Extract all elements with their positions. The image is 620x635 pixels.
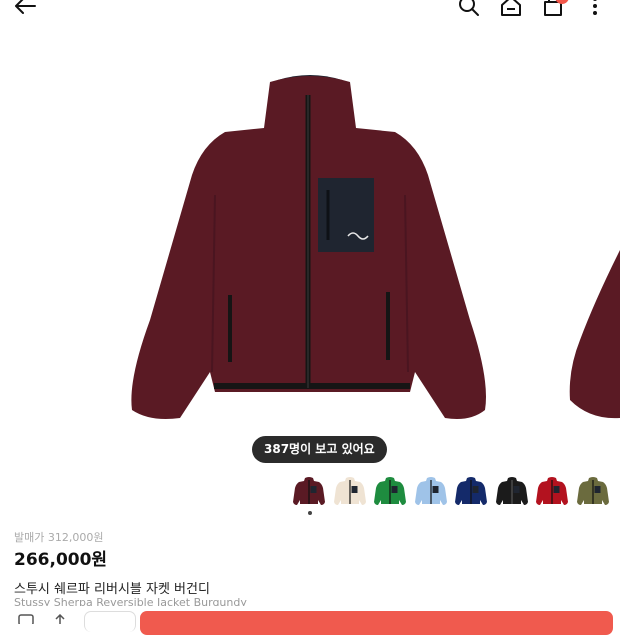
share-icon[interactable] [54, 614, 66, 624]
color-thumbnail[interactable] [373, 474, 407, 508]
product-name-ko: 스투시 쉐르파 리버시블 자켓 버건디 [14, 582, 210, 597]
product-image [131, 75, 620, 419]
back-button[interactable] [12, 0, 38, 18]
top-app-bar: 0 [0, 0, 620, 20]
wishlist-button[interactable] [84, 611, 136, 632]
color-thumbnail[interactable] [333, 474, 367, 508]
color-thumbnail[interactable] [495, 474, 529, 508]
chat-icon[interactable] [18, 614, 34, 624]
original-price: 발매가 312,000원 [14, 531, 104, 544]
color-thumbnail-strip [292, 474, 620, 508]
color-thumbnail[interactable] [576, 474, 610, 508]
search-button[interactable] [457, 0, 481, 18]
buy-button[interactable] [140, 611, 613, 635]
home-icon [501, 0, 521, 16]
product-image-carousel[interactable]: // tint jacket from data (function(){ va… [0, 30, 620, 470]
color-thumbnail[interactable] [454, 474, 488, 508]
more-vertical-icon [593, 0, 597, 15]
arrow-left-icon [15, 0, 36, 14]
home-button[interactable] [499, 0, 523, 18]
color-thumbnail[interactable] [292, 474, 326, 508]
color-thumbnail[interactable] [414, 474, 448, 508]
color-thumbnail[interactable] [535, 474, 569, 508]
sale-price: 266,000원 [14, 550, 108, 570]
viewers-count-pill: 387명이 보고 있어요 [252, 436, 387, 463]
search-icon [459, 0, 479, 16]
carousel-indicator-dot [308, 511, 312, 515]
more-button[interactable] [586, 0, 604, 18]
